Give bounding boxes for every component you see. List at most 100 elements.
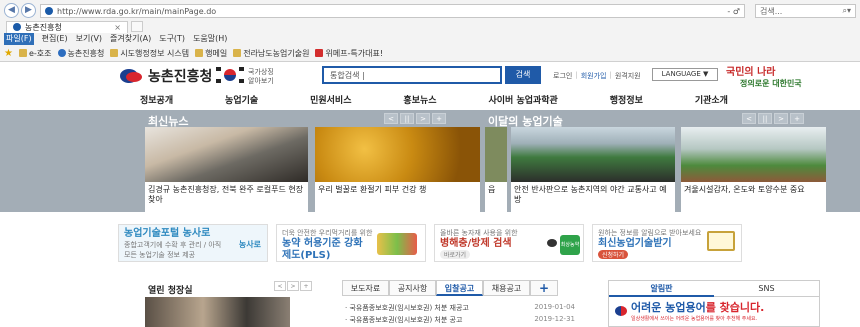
term-banner[interactable]: 어려운 농업용어를 찾습니다. 일상생활에서 쓰이는 어려운 농업용어를 찾아 … (609, 297, 819, 324)
tab-row: 농촌진흥청 × (0, 20, 860, 33)
fav-item[interactable]: 위메프-특가대표! (315, 48, 383, 59)
address-bar[interactable]: http://www.rda.go.kr/main/mainPage.do - … (40, 4, 745, 18)
fav-item[interactable]: 농촌진흥청 (57, 48, 104, 59)
fav-item[interactable]: 행메일 (195, 48, 227, 59)
tab-notice[interactable]: 공지사항 (389, 280, 436, 296)
forward-icon[interactable]: ▶ (21, 3, 36, 18)
star-icon[interactable]: ★ (4, 48, 13, 59)
open-office-pager: < > + (274, 281, 312, 291)
monitor-icon (707, 231, 735, 251)
more-icon[interactable]: + (432, 113, 446, 124)
page-icon (18, 49, 27, 57)
prev-icon[interactable]: < (274, 281, 286, 291)
banner-subtitle: 올바른 농자재 사용을 위한 (440, 229, 518, 237)
news-photo (485, 127, 507, 182)
browser-tab[interactable]: 농촌진흥청 × (6, 20, 128, 33)
news-card[interactable]: 우리 벌꿀로 환절기 피부 건강 챙 (315, 127, 480, 212)
back-icon[interactable]: ◀ (4, 3, 19, 18)
banner-tech-alert[interactable]: 원하는 정보를 알림으로 받아보세요 최신농업기술받기 신청하기 (592, 224, 742, 262)
slogan: 국민의 나라 정의로운 대한민국 (726, 63, 822, 89)
tab-title: 농촌진흥청 (25, 22, 62, 32)
promo-banners: 농업기술포털 농사로 종합고객기에 수확 후 관리 / 아직 모든 농업기술 정… (118, 224, 742, 262)
next-icon[interactable]: > (287, 281, 299, 291)
news-card[interactable]: 안전 반사판으로 농촌지역의 야간 교통사고 예방 (511, 127, 675, 212)
tab-favicon-icon (13, 23, 21, 31)
tab-alert[interactable]: 알림판 (609, 281, 714, 297)
menu-help[interactable]: 도움말(H) (193, 33, 227, 45)
fav-item[interactable]: e-호조 (18, 48, 52, 59)
banner-badge: 농사로 (238, 240, 261, 249)
menu-file[interactable]: 파일(F) (4, 33, 34, 45)
site-search-button[interactable]: 검색 (505, 66, 541, 84)
refresh-icon[interactable]: - ♂ (727, 7, 740, 16)
national-symbol-link[interactable]: 국가상징 알아보기 (248, 68, 274, 86)
list-item[interactable]: · 국유품종보호권(임시보호권) 처분 재공고 2019-01-04 (345, 303, 575, 313)
tab-close-icon[interactable]: × (114, 23, 121, 32)
menu-edit[interactable]: 편집(E) (42, 33, 68, 45)
notice-date: 2019-01-04 (534, 303, 575, 311)
tab-bid[interactable]: 입찰공고 (436, 280, 483, 296)
banner-pls[interactable]: 더욱 안전한 우리먹거리를 위한 농약 허용기준 강화제도(PLS) (276, 224, 426, 262)
nav-item-news[interactable]: 홍보뉴스 (403, 93, 436, 109)
signup-link[interactable]: 회원가입 (581, 71, 607, 81)
nav-item-about[interactable]: 기관소개 (695, 93, 728, 109)
nav-item-info[interactable]: 정보공개 (140, 93, 173, 109)
list-item[interactable]: · 국유품종보호권(임시보호권) 처분 공고 2019-12-31 (345, 315, 575, 325)
language-select[interactable]: LANGUAGE ▼ (652, 68, 718, 81)
main-nav: 정보공개 농업기술 민원서비스 홍보뉴스 사이버 농업과학관 행정정보 기관소개 (0, 93, 860, 109)
pause-icon[interactable]: || (400, 113, 414, 124)
news-card[interactable]: 읍 (485, 127, 507, 212)
notice-board: 알림판 SNS 어려운 농업용어를 찾습니다. 일상생활에서 쓰이는 어려운 농… (608, 280, 820, 327)
address-url[interactable]: http://www.rda.go.kr/main/mainPage.do (57, 7, 723, 16)
site-search-input[interactable]: 통합검색 | (322, 66, 502, 84)
fav-item[interactable]: 시도행정정보 시스템 (110, 48, 189, 59)
page-icon (233, 49, 242, 57)
next-icon[interactable]: > (416, 113, 430, 124)
login-link[interactable]: 로그인 (553, 71, 572, 81)
prev-icon[interactable]: < (384, 113, 398, 124)
banner-link[interactable]: 바로가기 (440, 250, 471, 259)
next-icon[interactable]: > (774, 113, 788, 124)
menu-tools[interactable]: 도구(T) (159, 33, 185, 45)
taegukgi-icon[interactable] (215, 65, 245, 85)
notice-date: 2019-12-31 (534, 315, 575, 323)
browser-chrome: ◀ ▶ http://www.rda.go.kr/main/mainPage.d… (0, 0, 860, 62)
slogan-line1: 국민의 나라 (726, 67, 776, 78)
banner-pest[interactable]: 올바른 농자재 사용을 위한 병해충/방제 검색 바로가기 최상농약 (434, 224, 584, 262)
prev-icon[interactable]: < (742, 113, 756, 124)
news-photo (511, 127, 675, 182)
news-caption: 김경규 농촌진흥청장, 전북 완주 로컬푸드 현장 찾아 (145, 182, 308, 212)
nav-item-admin[interactable]: 행정정보 (610, 93, 643, 109)
monthly-tech-pager: < || > + (742, 113, 804, 124)
tab-press[interactable]: 보도자료 (342, 280, 389, 296)
remote-support-link[interactable]: 원격지원 (615, 71, 641, 81)
new-tab-button[interactable] (131, 21, 143, 32)
page-icon (110, 49, 119, 57)
more-icon[interactable]: + (300, 281, 312, 291)
menu-view[interactable]: 보기(V) (76, 33, 102, 45)
menu-favorites[interactable]: 즐겨찾기(A) (110, 33, 151, 45)
banner-nongsaro[interactable]: 농업기술포털 농사로 종합고객기에 수확 후 관리 / 아직 모든 농업기술 정… (118, 224, 268, 262)
open-office-photo[interactable] (145, 297, 290, 327)
banner-badge: 최상농약 (560, 235, 580, 255)
wemakeprice-icon (315, 49, 324, 57)
browser-search-input[interactable]: 검색... ⌕▾ (755, 4, 856, 18)
tab-recruit[interactable]: 채용공고 (483, 280, 530, 296)
search-icon[interactable]: ⌕▾ (843, 6, 852, 16)
pause-icon[interactable]: || (758, 113, 772, 124)
subscribe-button[interactable]: 신청하기 (598, 250, 629, 259)
nav-item-cyber[interactable]: 사이버 농업과학관 (488, 93, 557, 109)
nav-item-civil[interactable]: 민원서비스 (310, 93, 351, 109)
site-logo[interactable]: 농촌진흥청 (120, 66, 212, 86)
rda-logo-icon (615, 305, 627, 316)
more-icon[interactable]: + (790, 113, 804, 124)
news-caption: 겨울시설감자, 온도와 토양수분 중요 (681, 182, 826, 212)
news-card[interactable]: 김경규 농촌진흥청장, 전북 완주 로컬푸드 현장 찾아 (145, 127, 308, 212)
rda-logo-icon (120, 67, 144, 85)
news-card[interactable]: 겨울시설감자, 온도와 토양수분 중요 (681, 127, 826, 212)
tab-sns[interactable]: SNS (714, 281, 819, 297)
fav-item[interactable]: 전라남도농업기술원 (233, 48, 309, 59)
nav-item-tech[interactable]: 농업기술 (225, 93, 258, 109)
bug-icon (547, 239, 557, 247)
more-icon[interactable]: + (530, 280, 558, 296)
